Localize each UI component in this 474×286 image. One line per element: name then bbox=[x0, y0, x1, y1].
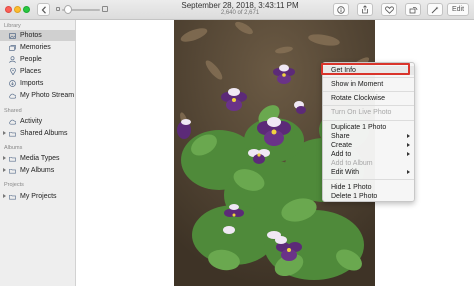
sidebar-item-people[interactable]: People bbox=[0, 54, 76, 65]
sidebar-item-photos[interactable]: Photos bbox=[0, 30, 76, 41]
share-icon bbox=[362, 5, 368, 14]
sidebar-item-places[interactable]: Places bbox=[0, 66, 76, 77]
sidebar-item-label: My Photo Stream bbox=[20, 92, 75, 99]
submenu-arrow-icon bbox=[407, 143, 410, 147]
menu-separator bbox=[323, 91, 414, 92]
sidebar-item-imports[interactable]: Imports bbox=[0, 78, 76, 89]
zoom-large-icon bbox=[102, 6, 108, 12]
menu-separator bbox=[323, 120, 414, 121]
sidebar-item-shared-albums[interactable]: Shared Albums bbox=[0, 128, 76, 139]
activity-icon bbox=[9, 118, 16, 125]
info-button[interactable] bbox=[333, 3, 349, 16]
photos-icon bbox=[9, 32, 16, 39]
memories-icon bbox=[9, 44, 16, 51]
people-icon bbox=[9, 56, 16, 63]
menu-item-turn-on-live-photo: Turn On Live Photo bbox=[331, 109, 392, 116]
albums-header: Albums bbox=[4, 145, 23, 151]
menu-item-label: Create bbox=[331, 142, 353, 149]
menu-item-label: Edit With bbox=[331, 169, 360, 176]
submenu-arrow-icon bbox=[407, 134, 410, 138]
submenu-arrow-icon bbox=[407, 170, 410, 174]
enhance-button[interactable] bbox=[427, 3, 443, 16]
window-toolbar: September 28, 2018, 3:43:11 PM 2,640 of … bbox=[0, 0, 474, 20]
sidebar: Library Photos Memories People Places Im… bbox=[0, 20, 76, 286]
disclosure-triangle-icon[interactable] bbox=[3, 131, 6, 135]
menu-item-rotate-clockwise[interactable]: Rotate Clockwise bbox=[323, 94, 414, 103]
magic-wand-icon bbox=[431, 6, 439, 13]
rotate-icon bbox=[409, 6, 417, 13]
edit-button[interactable]: Edit bbox=[447, 3, 469, 16]
sidebar-item-my-albums[interactable]: My Albums bbox=[0, 165, 76, 176]
sidebar-item-my-projects[interactable]: My Projects bbox=[0, 191, 76, 202]
menu-item-edit-with[interactable]: Edit With bbox=[323, 168, 414, 177]
sidebar-item-media-types[interactable]: Media Types bbox=[0, 153, 76, 164]
share-button[interactable] bbox=[357, 3, 373, 16]
shared-albums-icon bbox=[9, 130, 16, 137]
sidebar-item-label: Media Types bbox=[20, 155, 60, 162]
sidebar-item-label: Activity bbox=[20, 118, 43, 125]
sidebar-item-activity[interactable]: Activity bbox=[0, 116, 76, 127]
library-header: Library bbox=[4, 23, 21, 29]
menu-item-share[interactable]: Share bbox=[323, 132, 414, 141]
zoom-window-button[interactable] bbox=[23, 6, 30, 13]
sidebar-item-label: People bbox=[20, 56, 42, 63]
photo-stream-icon bbox=[9, 92, 16, 99]
sidebar-item-label: My Albums bbox=[20, 167, 55, 174]
get-info-highlight bbox=[321, 63, 410, 75]
menu-item-add-to[interactable]: Add to bbox=[323, 150, 414, 159]
sidebar-item-label: My Projects bbox=[20, 193, 57, 200]
close-window-button[interactable] bbox=[5, 6, 12, 13]
submenu-arrow-icon bbox=[407, 152, 410, 156]
menu-item-label: Add to bbox=[331, 151, 352, 158]
folder-icon bbox=[9, 193, 16, 200]
menu-item-show-in-moment[interactable]: Show in Moment bbox=[323, 80, 414, 89]
disclosure-triangle-icon[interactable] bbox=[3, 168, 6, 172]
favorite-button[interactable] bbox=[381, 3, 397, 16]
menu-separator bbox=[323, 179, 414, 180]
context-menu: Get Info Show in Moment Rotate Clockwise… bbox=[322, 62, 415, 202]
folder-icon bbox=[9, 155, 16, 162]
chevron-left-icon bbox=[41, 5, 46, 14]
sidebar-item-label: Imports bbox=[20, 80, 44, 87]
menu-item-delete[interactable]: Delete 1 Photo bbox=[323, 192, 414, 201]
sidebar-item-label: Photos bbox=[20, 32, 42, 39]
imports-icon bbox=[9, 80, 16, 87]
menu-separator bbox=[323, 77, 414, 78]
menu-item-create[interactable]: Create bbox=[323, 141, 414, 150]
zoom-slider-knob[interactable] bbox=[64, 5, 72, 14]
disclosure-triangle-icon[interactable] bbox=[3, 194, 6, 198]
sidebar-item-label: Shared Albums bbox=[20, 130, 68, 137]
sidebar-item-label: Places bbox=[20, 68, 42, 75]
menu-item-hide[interactable]: Hide 1 Photo bbox=[323, 183, 414, 192]
zoom-small-icon bbox=[56, 7, 60, 11]
folder-icon bbox=[9, 167, 16, 174]
projects-header: Projects bbox=[4, 182, 24, 188]
minimize-window-button[interactable] bbox=[14, 6, 21, 13]
back-button[interactable] bbox=[37, 3, 50, 16]
sidebar-item-label: Memories bbox=[20, 44, 51, 51]
menu-item-label: Share bbox=[331, 133, 350, 140]
rotate-button[interactable] bbox=[405, 3, 421, 16]
menu-item-duplicate[interactable]: Duplicate 1 Photo bbox=[323, 123, 414, 132]
window-title: September 28, 2018, 3:43:11 PM bbox=[181, 1, 299, 10]
info-icon bbox=[337, 5, 345, 14]
sidebar-item-my-photo-stream[interactable]: My Photo Stream bbox=[0, 90, 76, 101]
menu-separator bbox=[323, 105, 414, 106]
photo-count: 2,640 of 2,671 bbox=[220, 10, 260, 16]
disclosure-triangle-icon[interactable] bbox=[3, 156, 6, 160]
menu-item-add-to-album: Add to Album bbox=[331, 160, 373, 167]
sidebar-item-memories[interactable]: Memories bbox=[0, 42, 76, 53]
places-icon bbox=[9, 68, 16, 75]
shared-header: Shared bbox=[4, 108, 22, 114]
heart-icon bbox=[384, 5, 394, 14]
